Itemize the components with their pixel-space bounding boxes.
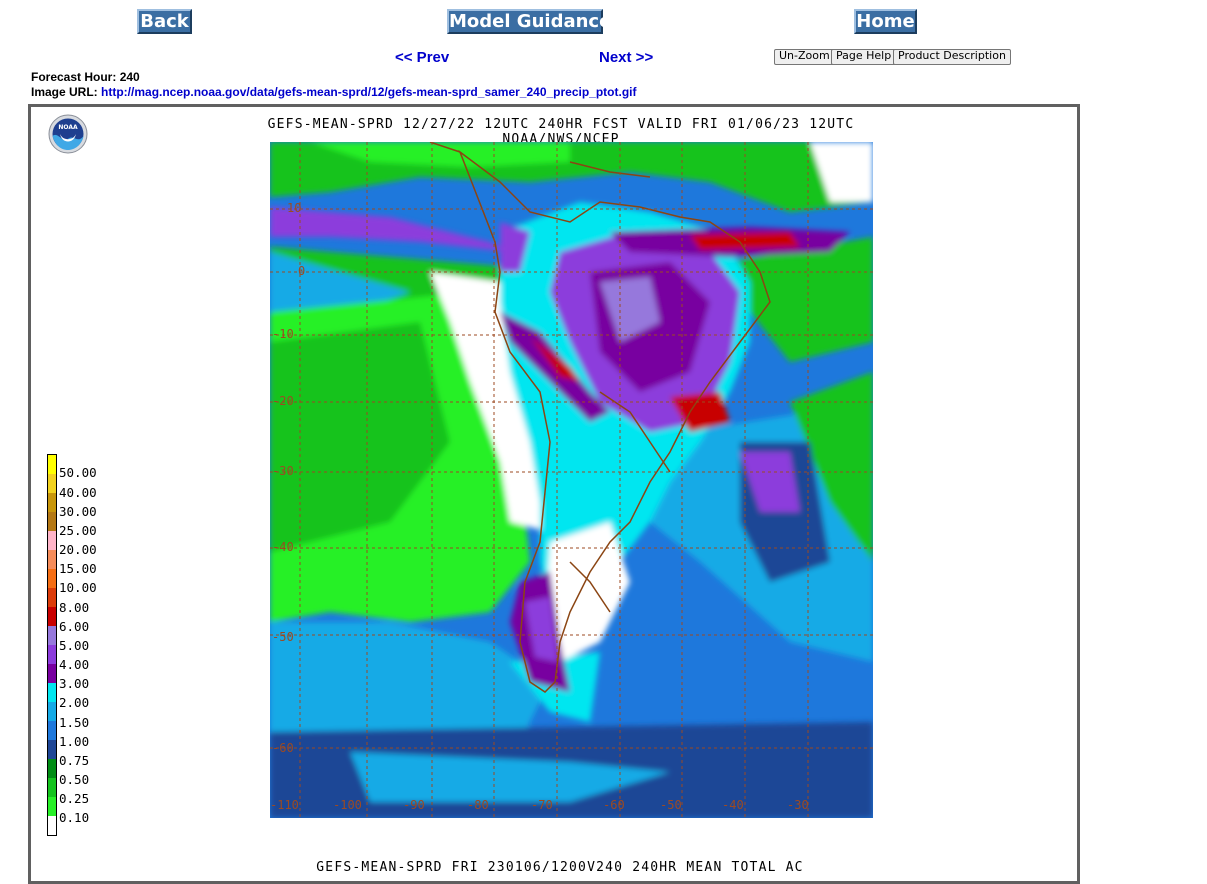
forecast-hour-value: 240	[119, 70, 140, 84]
legend-swatch	[48, 702, 56, 721]
legend-swatch	[48, 683, 56, 702]
legend-swatch	[48, 550, 56, 569]
home-button[interactable]: Home	[854, 9, 917, 34]
legend-swatch	[48, 588, 56, 607]
lon-label: -110	[270, 798, 299, 812]
legend-swatch	[48, 797, 56, 816]
lat-label: -40	[272, 540, 294, 554]
model-guidance-button[interactable]: Model Guidance	[447, 9, 611, 34]
lon-label: -70	[531, 798, 553, 812]
legend-label: 3.00	[59, 676, 90, 691]
legend-label: 8.00	[59, 600, 90, 615]
back-button[interactable]: Back	[137, 9, 192, 34]
legend-swatch	[48, 569, 56, 588]
lat-label: -20	[272, 394, 294, 408]
legend-swatch	[48, 816, 56, 835]
image-url: Image URL: http://mag.ncep.noaa.gov/data…	[31, 85, 637, 99]
precipitation-map[interactable]	[270, 142, 873, 818]
lat-label: -50	[272, 630, 294, 644]
legend-swatch	[48, 455, 56, 474]
legend-label: 0.25	[59, 791, 90, 806]
legend-label: 0.10	[59, 810, 90, 825]
forecast-hour: Forecast Hour: 240	[31, 70, 140, 84]
noaa-logo-text: NOAA	[58, 124, 78, 131]
product-description-button[interactable]: Product Description	[893, 49, 1011, 65]
legend-swatch	[48, 740, 56, 759]
lat-label: 0	[298, 264, 306, 278]
lat-label: -60	[272, 741, 294, 755]
legend-swatch	[48, 778, 56, 797]
lon-label: -50	[660, 798, 682, 812]
lon-label: -60	[603, 798, 625, 812]
legend-label: 40.00	[59, 485, 97, 500]
legend-swatch	[48, 645, 56, 664]
image-url-link[interactable]: http://mag.ncep.noaa.gov/data/gefs-mean-…	[101, 85, 636, 99]
legend-label: 1.50	[59, 715, 90, 730]
lon-label: -90	[403, 798, 425, 812]
legend-colorbar	[47, 454, 57, 836]
legend-label: 25.00	[59, 523, 97, 538]
legend-swatch	[48, 474, 56, 493]
lat-label: -10	[272, 327, 294, 341]
legend-swatch	[48, 721, 56, 740]
next-link[interactable]: Next >>	[599, 49, 653, 66]
lon-label: -40	[722, 798, 744, 812]
map-footer: GEFS-MEAN-SPRD FRI 230106/1200V240 240HR…	[316, 860, 804, 875]
legend-label: 1.00	[59, 734, 90, 749]
image-url-label: Image URL:	[31, 85, 98, 99]
legend-swatch	[48, 607, 56, 626]
lon-label: -30	[787, 798, 809, 812]
legend-label: 30.00	[59, 504, 97, 519]
legend-label: 6.00	[59, 619, 90, 634]
lat-label: -30	[272, 464, 294, 478]
legend-swatch	[48, 759, 56, 778]
legend-label: 0.75	[59, 753, 90, 768]
legend-swatch	[48, 531, 56, 550]
legend-label: 4.00	[59, 657, 90, 672]
noaa-logo-icon: NOAA	[48, 114, 88, 154]
legend-label: 20.00	[59, 542, 97, 557]
legend-label: 50.00	[59, 465, 97, 480]
legend-swatch	[48, 512, 56, 531]
unzoom-button[interactable]: Un-Zoom	[774, 49, 835, 65]
lon-label: -80	[467, 798, 489, 812]
forecast-hour-label: Forecast Hour:	[31, 70, 117, 84]
legend-label: 5.00	[59, 638, 90, 653]
legend-swatch	[48, 493, 56, 512]
legend-label: 10.00	[59, 580, 97, 595]
legend-label: 2.00	[59, 695, 90, 710]
page-help-button[interactable]: Page Help	[831, 49, 897, 65]
legend-label: 15.00	[59, 561, 97, 576]
prev-link[interactable]: << Prev	[395, 49, 449, 66]
lon-label: -100	[333, 798, 362, 812]
lat-label: 10	[287, 201, 302, 215]
legend-swatch	[48, 626, 56, 645]
legend-label: 0.50	[59, 772, 90, 787]
legend-swatch	[48, 664, 56, 683]
